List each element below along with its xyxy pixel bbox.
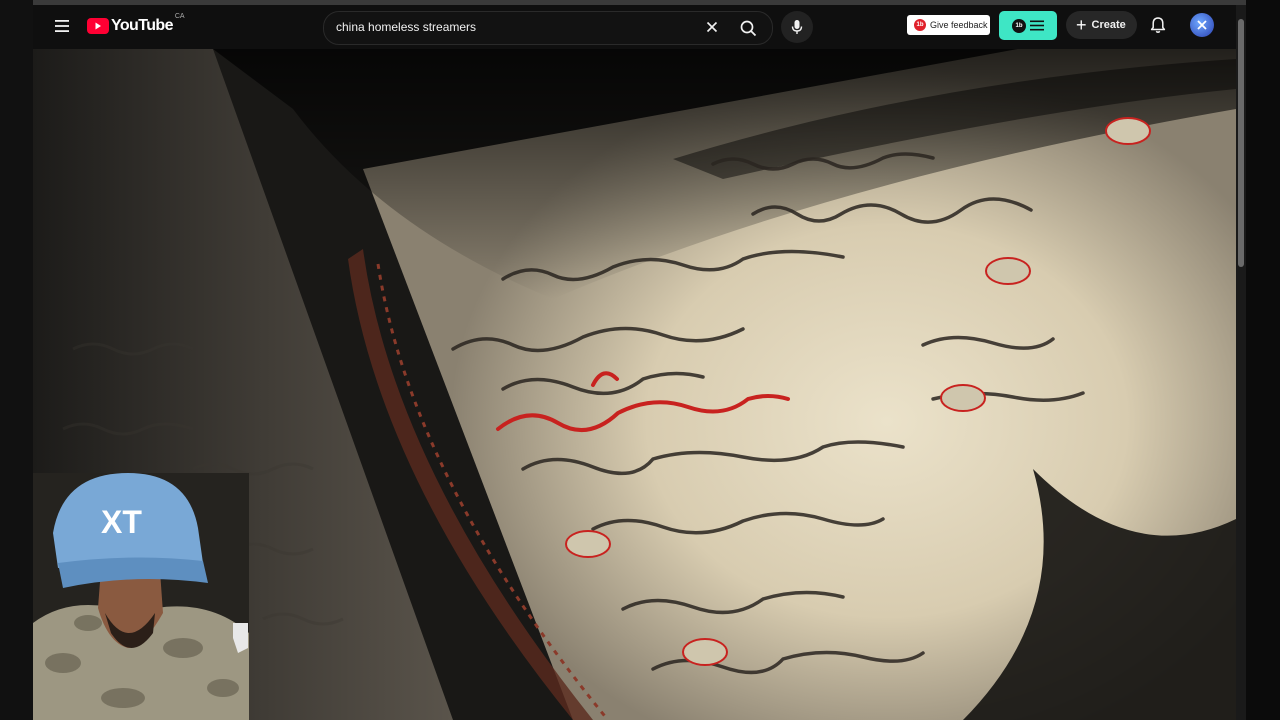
streamer-webcam-overlay: XT	[33, 473, 249, 720]
search-button[interactable]	[728, 12, 768, 44]
create-label: Create	[1091, 19, 1126, 31]
video-player[interactable]: XT	[33, 49, 1236, 720]
cap-logo: XT	[101, 504, 142, 540]
feedback-badge-icon: 1b	[914, 19, 926, 31]
menu-icon	[55, 20, 69, 32]
search-input[interactable]	[336, 12, 696, 42]
youtube-play-icon	[87, 18, 109, 34]
clear-search-button[interactable]	[702, 17, 722, 37]
extension-badge-icon: 1b	[1012, 18, 1026, 33]
scrollbar-thumb[interactable]	[1238, 19, 1244, 267]
search-icon	[740, 20, 756, 36]
voice-search-button[interactable]	[781, 11, 813, 43]
notifications-button[interactable]	[1147, 14, 1169, 36]
give-feedback-button[interactable]: 1b Give feedback	[907, 15, 990, 35]
youtube-logo[interactable]: YouTube CA	[87, 13, 185, 37]
right-margin	[1246, 0, 1280, 720]
close-icon	[706, 21, 718, 33]
logo-wordmark: YouTube	[111, 17, 173, 34]
extension-button[interactable]: 1b	[999, 11, 1057, 40]
plus-icon: +	[1076, 15, 1087, 35]
search-box	[323, 11, 773, 45]
bell-icon	[1150, 17, 1166, 33]
feedback-label: Give feedback	[930, 20, 988, 30]
create-button[interactable]: + Create	[1066, 11, 1137, 39]
menu-button[interactable]	[50, 14, 74, 38]
page-scrollbar[interactable]	[1236, 5, 1246, 720]
masthead: YouTube CA 1b Give feedback 1b	[33, 5, 1236, 47]
region-code: CA	[174, 13, 185, 20]
account-avatar-icon[interactable]	[1190, 13, 1214, 37]
list-icon	[1030, 20, 1044, 31]
left-margin	[0, 0, 33, 720]
microphone-icon	[791, 20, 803, 34]
